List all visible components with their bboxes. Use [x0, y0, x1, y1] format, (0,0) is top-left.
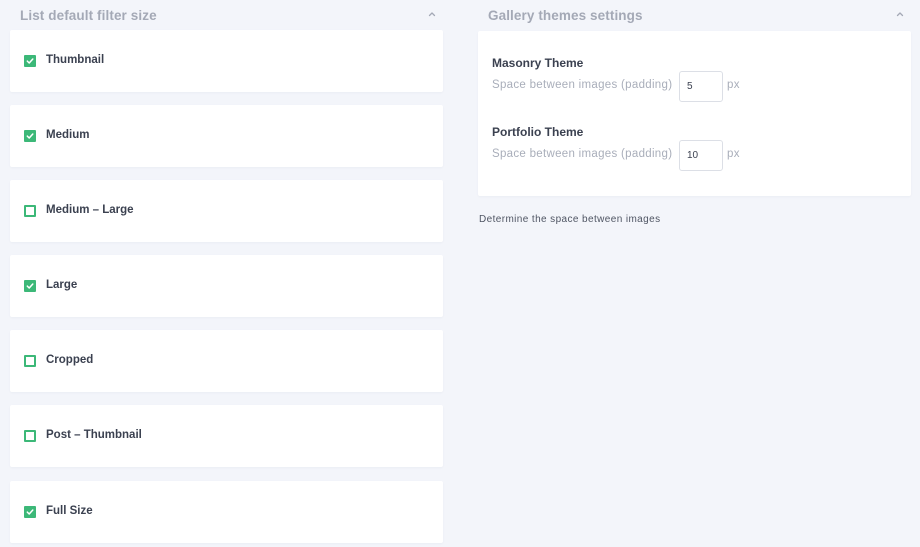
filter-option-post-thumbnail[interactable]: Post – Thumbnail: [10, 405, 443, 467]
option-label: Medium – Large: [46, 204, 134, 216]
filter-option-full-size[interactable]: Full Size: [10, 481, 443, 543]
masonry-theme-title: Masonry Theme: [492, 56, 584, 70]
checkbox-checked[interactable]: [24, 55, 36, 67]
masonry-padding-unit: px: [727, 79, 740, 91]
check-icon: [26, 133, 34, 139]
masonry-padding-label: Space between images (padding): [492, 79, 673, 91]
chevron-up-icon[interactable]: [895, 9, 905, 19]
check-icon: [26, 509, 34, 515]
gallery-themes-title: Gallery themes settings: [488, 8, 643, 23]
checkbox-checked[interactable]: [24, 130, 36, 142]
option-label: Post – Thumbnail: [46, 429, 142, 441]
checkbox-unchecked[interactable]: [24, 355, 36, 367]
checkbox-checked[interactable]: [24, 280, 36, 292]
gallery-themes-panel: Gallery themes settings Masonry Theme Sp…: [478, 0, 911, 225]
filter-size-header[interactable]: List default filter size: [10, 0, 443, 30]
option-label: Medium: [46, 129, 90, 141]
check-icon: [26, 283, 34, 289]
option-label: Full Size: [46, 505, 93, 517]
masonry-padding-input[interactable]: [679, 71, 723, 102]
check-icon: [26, 58, 34, 64]
padding-help-text: Determine the space between images: [479, 214, 661, 225]
checkbox-unchecked[interactable]: [24, 430, 36, 442]
filter-option-medium[interactable]: Medium: [10, 105, 443, 167]
gallery-settings-card: Masonry Theme Space between images (padd…: [478, 31, 911, 196]
chevron-up-icon[interactable]: [427, 9, 437, 19]
option-label: Large: [46, 279, 78, 291]
option-label: Thumbnail: [46, 54, 105, 66]
filter-size-panel: List default filter size Thumbnail Mediu…: [10, 0, 443, 543]
filter-option-cropped[interactable]: Cropped: [10, 330, 443, 392]
portfolio-padding-unit: px: [727, 148, 740, 160]
option-label: Cropped: [46, 354, 94, 366]
gallery-themes-header[interactable]: Gallery themes settings: [478, 0, 911, 30]
portfolio-padding-label: Space between images (padding): [492, 148, 673, 160]
filter-size-title: List default filter size: [20, 8, 157, 23]
portfolio-theme-title: Portfolio Theme: [492, 125, 584, 139]
checkbox-checked[interactable]: [24, 506, 36, 518]
filter-option-medium-large[interactable]: Medium – Large: [10, 180, 443, 242]
checkbox-unchecked[interactable]: [24, 205, 36, 217]
portfolio-padding-input[interactable]: [679, 140, 723, 171]
filter-option-thumbnail[interactable]: Thumbnail: [10, 30, 443, 92]
filter-option-large[interactable]: Large: [10, 255, 443, 317]
portfolio-theme-block: Portfolio Theme Space between images (pa…: [492, 125, 739, 171]
masonry-theme-block: Masonry Theme Space between images (padd…: [492, 56, 739, 102]
